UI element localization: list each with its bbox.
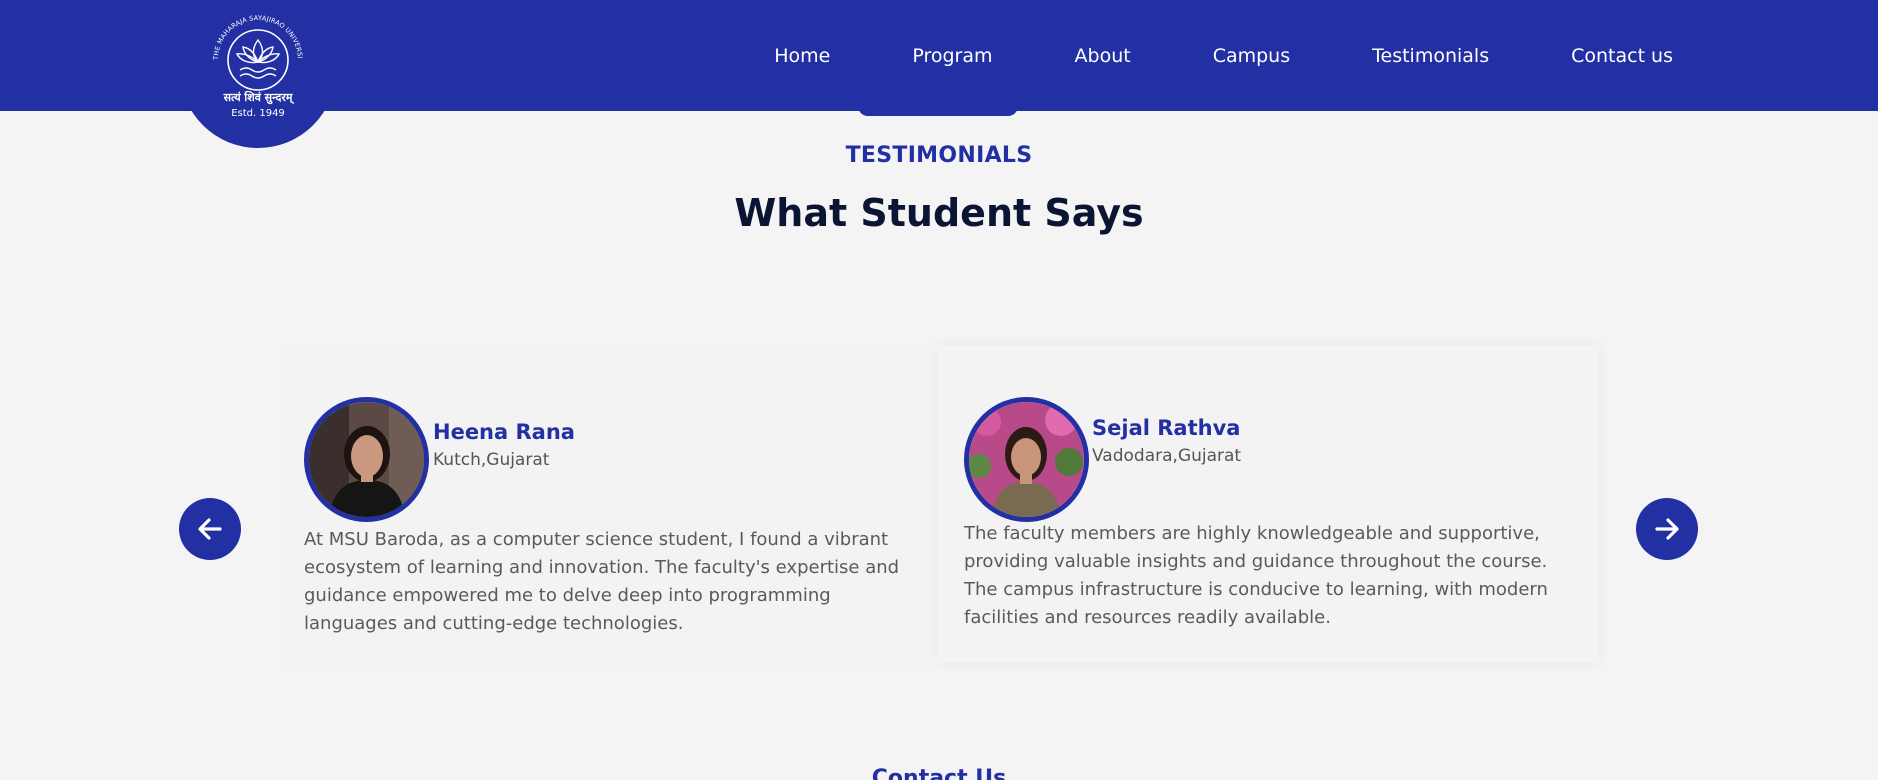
nav-link-program[interactable]: Program [912, 45, 992, 67]
university-logo[interactable]: THE MAHARAJA SAYAJIRAO UNIVERSITY OF BAR… [180, 0, 336, 148]
testimonial-name: Heena Rana [433, 420, 575, 444]
student-photo-sejal [969, 402, 1084, 517]
testimonial-name: Sejal Rathva [1092, 416, 1241, 440]
section-eyebrow: TESTIMONIALS [845, 143, 1033, 168]
carousel-prev-button[interactable] [179, 498, 241, 560]
arrow-right-icon [1655, 518, 1679, 540]
testimonial-location: Kutch,Gujarat [433, 450, 550, 470]
testimonial-card: Heena Rana Kutch,Gujarat At MSU Baroda, … [280, 346, 930, 666]
nav-link-contact[interactable]: Contact us [1571, 45, 1673, 67]
section-title: What Student Says [734, 191, 1144, 235]
nav-link-testimonials[interactable]: Testimonials [1372, 45, 1489, 67]
main-nav: Home Program About Campus Testimonials C… [774, 0, 1673, 111]
avatar [964, 397, 1089, 522]
carousel-next-button[interactable] [1636, 498, 1698, 560]
msu-emblem-icon: THE MAHARAJA SAYAJIRAO UNIVERSITY OF BAR… [210, 10, 304, 119]
testimonial-card: Sejal Rathva Vadodara,Gujarat The facult… [938, 346, 1598, 662]
logo-motto: सत्यं शिवं सुन्दरम् [223, 90, 295, 105]
svg-text:THE MAHARAJA SAYAJIRAO UNIVERS: THE MAHARAJA SAYAJIRAO UNIVERSITY OF BAR… [210, 10, 304, 61]
logo-ring-text: THE MAHARAJA SAYAJIRAO UNIVERSITY OF BAR… [210, 10, 304, 61]
testimonial-quote: The faculty members are highly knowledge… [964, 523, 1548, 628]
nav-link-home[interactable]: Home [774, 45, 830, 67]
contact-section-title: Contact Us [871, 766, 1007, 780]
logo-established: Estd. 1949 [231, 108, 285, 119]
nav-link-campus[interactable]: Campus [1213, 45, 1290, 67]
arrow-left-icon [198, 518, 222, 540]
testimonial-quote: At MSU Baroda, as a computer science stu… [304, 529, 900, 634]
testimonial-location: Vadodara,Gujarat [1092, 446, 1242, 466]
active-tab-indicator [858, 104, 1018, 116]
student-photo-heena [309, 402, 424, 517]
avatar [304, 397, 429, 522]
nav-link-about[interactable]: About [1075, 45, 1131, 67]
